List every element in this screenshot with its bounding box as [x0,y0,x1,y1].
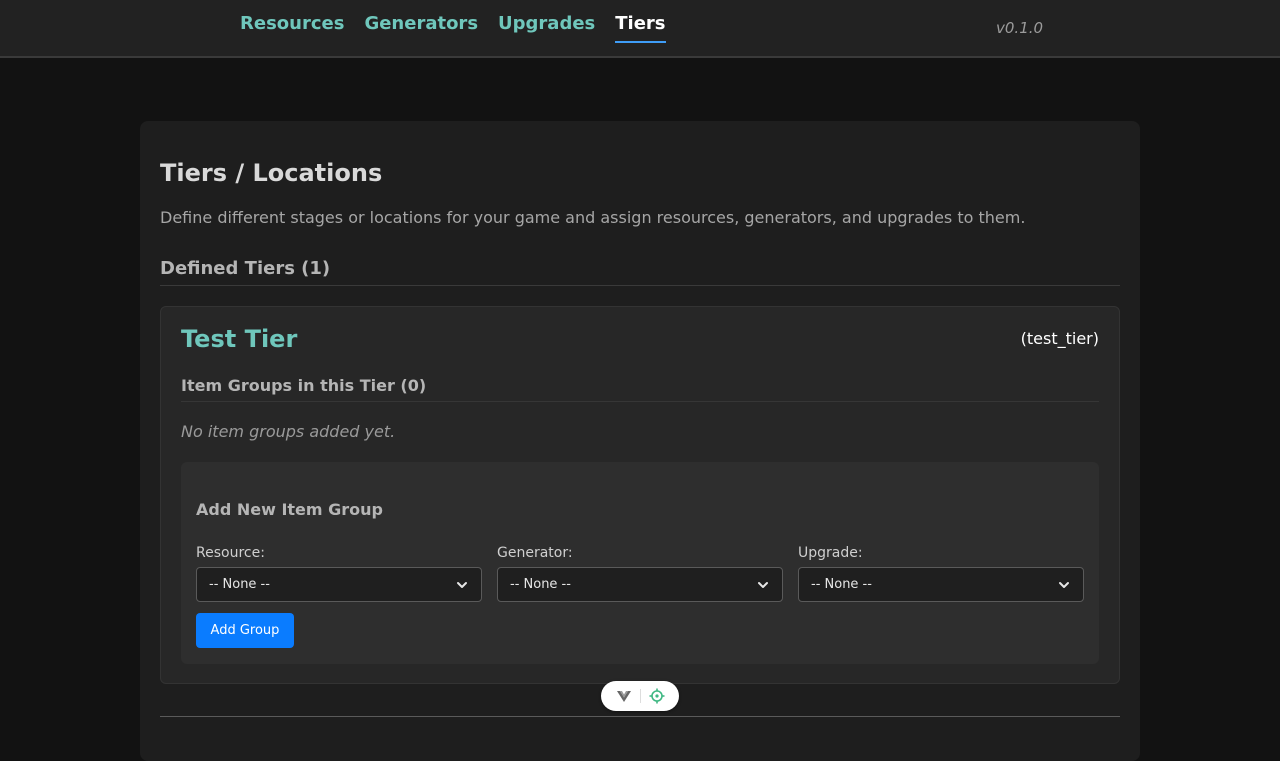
defined-tiers-heading: Defined Tiers (1) [160,258,1120,286]
item-groups-heading: Item Groups in this Tier (0) [181,376,1099,402]
add-group-button[interactable]: Add Group [196,613,294,648]
add-item-group-heading: Add New Item Group [196,500,384,519]
page-title: Tiers / Locations [160,159,383,187]
generator-label: Generator: [497,545,573,561]
resource-select[interactable]: -- None -- [196,567,482,602]
divider [160,716,1120,717]
nav-link-generators[interactable]: Generators [364,12,478,43]
empty-groups-message: No item groups added yet. [181,422,396,441]
generator-field: Generator: -- None -- [497,545,783,602]
upgrade-label: Upgrade: [798,545,863,561]
resource-select-value: -- None -- [209,577,270,592]
tier-id: (test_tier) [1020,329,1099,348]
top-nav-bar: Resources Generators Upgrades Tiers v0.1… [0,0,1280,58]
target-icon[interactable] [649,688,665,704]
nav-link-tiers[interactable]: Tiers [615,12,666,43]
generator-select-value: -- None -- [510,577,571,592]
upgrade-select[interactable]: -- None -- [798,567,1084,602]
upgrade-select-value: -- None -- [811,577,872,592]
generator-select[interactable]: -- None -- [497,567,783,602]
page-description: Define different stages or locations for… [160,208,1026,227]
add-item-group-form: Add New Item Group Resource: -- None -- … [181,462,1099,664]
tier-name: Test Tier [181,325,298,353]
main-nav: Resources Generators Upgrades Tiers [240,12,666,43]
nav-link-resources[interactable]: Resources [240,12,344,43]
tiers-panel: Tiers / Locations Define different stage… [140,121,1140,761]
pill-separator [639,689,641,703]
resource-label: Resource: [196,545,265,561]
devtools-toggle[interactable] [601,681,679,711]
chevron-down-icon [457,581,467,588]
upgrade-field: Upgrade: -- None -- [798,545,1084,602]
vue-logo-icon[interactable] [616,688,632,704]
resource-field: Resource: -- None -- [196,545,482,602]
chevron-down-icon [1059,581,1069,588]
tier-card: Test Tier (test_tier) Item Groups in thi… [160,306,1120,684]
chevron-down-icon [758,581,768,588]
version-label: v0.1.0 [996,19,1044,37]
nav-link-upgrades[interactable]: Upgrades [498,12,595,43]
